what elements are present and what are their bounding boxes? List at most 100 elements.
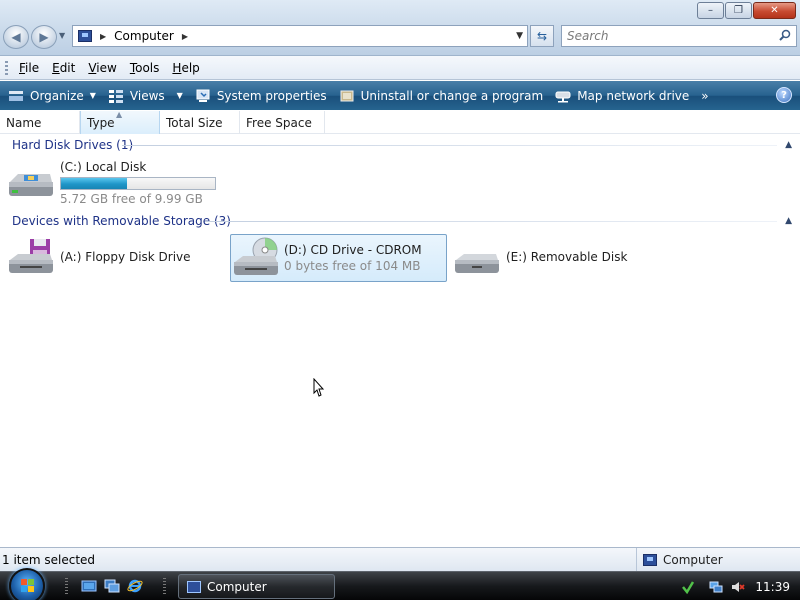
selection-count: 1 item selected [2, 552, 96, 567]
organize-label: Organize [30, 88, 84, 103]
close-button[interactable]: ✕ [753, 2, 796, 19]
computer-icon [187, 580, 201, 593]
maximize-button[interactable]: ❐ [725, 2, 752, 19]
collapse-group-icon[interactable]: ▲ [785, 140, 792, 150]
column-name[interactable]: Name [0, 111, 80, 134]
start-button[interactable] [9, 568, 45, 600]
back-button[interactable]: ◀ [3, 25, 29, 49]
hard-disk-icon [9, 174, 53, 196]
internet-explorer-icon[interactable] [127, 578, 143, 594]
system-properties-icon [196, 89, 210, 102]
network-drive-icon [555, 91, 571, 102]
column-free-space-label: Free Space [246, 115, 312, 130]
breadcrumb-chevron-icon[interactable]: ▶ [100, 32, 106, 41]
window-controls: – ❐ ✕ [696, 2, 796, 19]
capacity-bar [60, 177, 216, 190]
mouse-cursor-icon [313, 378, 325, 397]
organize-dropdown-icon: ▼ [89, 91, 96, 100]
drive-d[interactable]: (D:) CD Drive - CDROM 0 bytes free of 10… [230, 234, 447, 282]
map-network-drive-label: Map network drive [577, 88, 690, 103]
system-properties-button[interactable]: System properties [189, 81, 333, 110]
menu-view[interactable]: View [88, 61, 116, 75]
removable-disk-icon [455, 254, 499, 273]
menu-file[interactable]: File [19, 61, 39, 75]
back-arrow-icon: ◀ [11, 30, 21, 44]
more-commands-button[interactable]: » [695, 81, 714, 110]
status-bar: 1 item selected Computer [0, 547, 800, 571]
recent-pages-dropdown-icon[interactable]: ▼ [59, 31, 65, 40]
menu-help[interactable]: Help [172, 61, 199, 75]
show-desktop-icon[interactable] [81, 578, 97, 594]
taskbar-window-computer[interactable]: Computer [178, 574, 335, 599]
views-dropdown-icon: ▼ [176, 91, 183, 100]
search-icon[interactable] [779, 29, 791, 41]
drive-a[interactable]: (A:) Floppy Disk Drive [6, 234, 221, 280]
forward-arrow-icon: ▶ [39, 30, 49, 44]
forward-button[interactable]: ▶ [31, 25, 57, 49]
address-dropdown-icon[interactable]: ▼ [516, 31, 523, 41]
refresh-icon: ⇆ [536, 29, 548, 43]
drive-name: (C:) Local Disk [60, 160, 147, 174]
volume-muted-icon[interactable] [731, 580, 746, 594]
drive-name: (E:) Removable Disk [506, 250, 628, 264]
views-button[interactable]: Views ▼ [102, 81, 189, 110]
search-box[interactable] [561, 25, 797, 47]
menu-edit[interactable]: Edit [52, 61, 75, 75]
drive-e[interactable]: (E:) Removable Disk [452, 234, 667, 280]
system-properties-label: System properties [216, 88, 327, 103]
system-tray: 11:39 [667, 572, 800, 600]
column-total-size-label: Total Size [166, 115, 223, 130]
breadcrumb-computer[interactable]: Computer [114, 29, 174, 43]
group-divider [205, 221, 777, 222]
organize-button[interactable]: Organize ▼ [0, 81, 102, 110]
uninstall-program-label: Uninstall or change a program [360, 88, 544, 103]
menu-grip-icon [5, 61, 8, 75]
status-location: Computer [636, 548, 723, 571]
group-title-removable: Devices with Removable Storage (3) [12, 214, 231, 228]
status-location-label: Computer [663, 552, 723, 567]
group-title-hard-disk: Hard Disk Drives (1) [12, 138, 134, 152]
search-input[interactable] [567, 29, 767, 43]
computer-icon [78, 30, 92, 42]
organize-icon [9, 90, 23, 101]
network-icon[interactable] [709, 580, 723, 594]
map-network-drive-button[interactable]: Map network drive [549, 81, 695, 110]
title-bar: – ❐ ✕ ◀ ▶ ▼ ▶ Computer ▶ ▼ ⇆ [0, 0, 800, 56]
group-divider [122, 145, 777, 146]
help-button[interactable]: ? [776, 87, 792, 103]
column-total-size[interactable]: Total Size [160, 111, 240, 134]
taskbar-grip[interactable] [65, 578, 68, 595]
address-bar[interactable]: ▶ Computer ▶ ▼ [72, 25, 528, 47]
drive-name: (D:) CD Drive - CDROM [284, 243, 422, 257]
capacity-fill [61, 178, 128, 189]
breadcrumb-chevron-icon[interactable]: ▶ [182, 32, 188, 41]
collapse-group-icon[interactable]: ▲ [785, 216, 792, 226]
sort-ascending-icon: ▲ [116, 110, 123, 119]
floppy-drive-icon [9, 239, 53, 273]
menu-tools[interactable]: Tools [130, 61, 160, 75]
menu-bar: File Edit View Tools Help [0, 56, 800, 80]
group-header-removable[interactable]: Devices with Removable Storage (3) [12, 214, 231, 228]
drive-name: (A:) Floppy Disk Drive [60, 250, 191, 264]
command-bar: Organize ▼ Views ▼ System properties Uni… [0, 81, 800, 110]
drive-c[interactable]: (C:) Local Disk 5.72 GB free of 9.99 GB [6, 158, 221, 206]
switch-windows-icon[interactable] [104, 578, 120, 594]
clock[interactable]: 11:39 [755, 580, 790, 594]
views-icon [108, 89, 123, 103]
column-free-space[interactable]: Free Space [240, 111, 325, 134]
windows-update-icon[interactable] [681, 580, 695, 594]
refresh-button[interactable]: ⇆ [530, 25, 554, 47]
windows-logo-icon [21, 579, 34, 592]
uninstall-program-button[interactable]: Uninstall or change a program [333, 81, 550, 110]
column-name-label: Name [6, 115, 42, 130]
drive-free-space: 5.72 GB free of 9.99 GB [60, 192, 203, 206]
programs-icon [340, 90, 354, 101]
file-view: Hard Disk Drives (1) ▲ (C:) Local Disk 5… [0, 134, 800, 547]
drive-free-space: 0 bytes free of 104 MB [284, 259, 421, 273]
taskbar-grip[interactable] [163, 578, 166, 595]
column-type[interactable]: ▲ Type [80, 110, 160, 134]
computer-icon [643, 553, 657, 566]
cd-drive-icon [234, 237, 278, 275]
minimize-button[interactable]: – [697, 2, 724, 19]
group-header-hard-disk[interactable]: Hard Disk Drives (1) [12, 138, 133, 152]
